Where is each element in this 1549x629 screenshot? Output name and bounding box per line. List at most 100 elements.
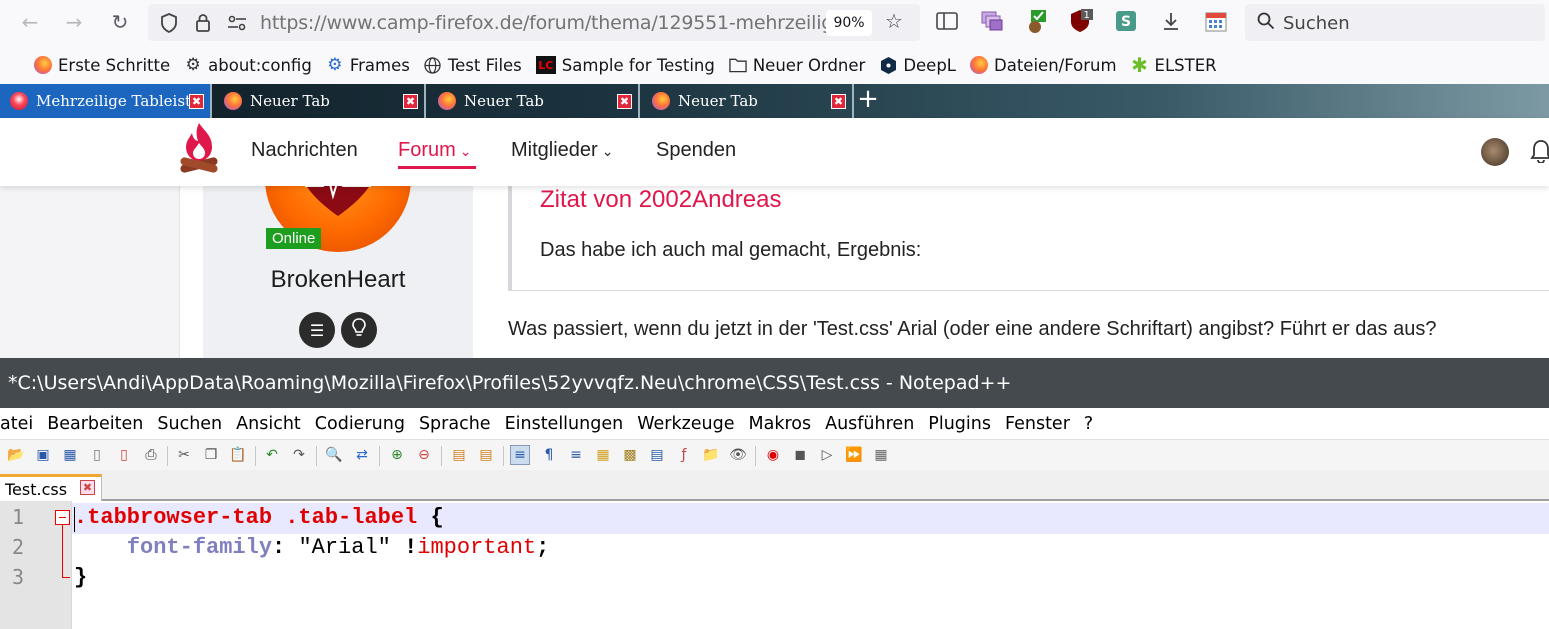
nav-spenden[interactable]: Spenden <box>656 139 736 162</box>
folder-workspace-icon[interactable]: 📁 <box>701 445 721 465</box>
downloads-icon[interactable] <box>1158 8 1184 34</box>
macro-run-multiple-icon[interactable]: ⏩ <box>844 445 864 465</box>
menu-ausfuehren[interactable]: Ausführen <box>825 414 914 434</box>
ideas-button[interactable] <box>341 312 377 348</box>
close-tab-icon[interactable]: ✖ <box>189 93 204 109</box>
close-tab-icon[interactable]: ✖ <box>403 93 418 109</box>
frames-gear-icon: ⚙ <box>327 55 343 75</box>
tab-neuer-tab-1[interactable]: Neuer Tab ✖ <box>214 84 426 118</box>
macro-save-icon[interactable]: ▦ <box>871 445 891 465</box>
document-map-icon[interactable]: ▩ <box>620 445 640 465</box>
word-wrap-icon[interactable]: ≡ <box>510 445 530 465</box>
replace-icon[interactable]: ⇄ <box>352 445 372 465</box>
menu-datei[interactable]: atei <box>0 414 33 434</box>
redo-icon[interactable]: ↷ <box>289 445 309 465</box>
fold-toggle-icon[interactable] <box>55 510 70 525</box>
reader-sidebar-icon[interactable] <box>934 8 960 34</box>
undo-icon[interactable]: ↶ <box>262 445 282 465</box>
function-list-icon[interactable]: ƒ <box>674 445 694 465</box>
quote-author[interactable]: Zitat von 2002Andreas <box>540 186 782 214</box>
forward-button[interactable]: → <box>58 6 90 38</box>
bookmark-elster[interactable]: ✱ ELSTER <box>1131 53 1216 77</box>
close-file-icon[interactable]: ▯ <box>87 445 107 465</box>
url-text[interactable]: https://www.camp-firefox.de/forum/thema/… <box>260 12 850 34</box>
menu-ansicht[interactable]: Ansicht <box>236 414 301 434</box>
find-icon[interactable]: 🔍 <box>324 445 344 465</box>
reload-button[interactable]: ↻ <box>104 6 136 38</box>
nav-forum[interactable]: Forum ⌄ <box>398 139 472 162</box>
menu-help[interactable]: ? <box>1084 414 1093 434</box>
tab-mehrzeilige[interactable]: Mehrzeilige Tableiste ✖ <box>0 84 212 118</box>
menu-makros[interactable]: Makros <box>749 414 812 434</box>
macro-stop-icon[interactable]: ◼ <box>790 445 810 465</box>
sync-horizontal-icon[interactable]: ▤ <box>476 445 496 465</box>
document-list-icon[interactable]: ▤ <box>647 445 667 465</box>
tab-manager-extension-icon[interactable] <box>979 8 1005 34</box>
show-all-chars-icon[interactable]: ¶ <box>539 445 559 465</box>
back-button[interactable]: ← <box>14 6 46 38</box>
file-tab-test-css[interactable]: Test.css ✖ <box>0 474 102 501</box>
zoom-in-icon[interactable]: ⊕ <box>387 445 407 465</box>
menu-sprache[interactable]: Sprache <box>419 414 491 434</box>
tab-neuer-tab-2[interactable]: Neuer Tab ✖ <box>428 84 640 118</box>
close-tab-icon[interactable]: ✖ <box>617 93 632 109</box>
zoom-indicator[interactable]: 90% <box>826 10 872 36</box>
menu-suchen[interactable]: Suchen <box>157 414 222 434</box>
bookmark-sample-for-testing[interactable]: LC Sample for Testing <box>535 56 715 75</box>
close-tab-icon[interactable]: ✖ <box>831 93 846 109</box>
menu-werkzeuge[interactable]: Werkzeuge <box>637 414 734 434</box>
bookmark-deepl[interactable]: DeepL <box>879 56 956 75</box>
macro-record-icon[interactable]: ◉ <box>763 445 783 465</box>
menu-codierung[interactable]: Codierung <box>315 414 405 434</box>
menu-fenster[interactable]: Fenster <box>1005 414 1070 434</box>
chevron-down-icon: ⌄ <box>459 143 472 159</box>
new-tab-button[interactable]: + <box>856 84 880 114</box>
tab-neuer-tab-3[interactable]: Neuer Tab ✖ <box>642 84 854 118</box>
menu-einstellungen[interactable]: Einstellungen <box>505 414 624 434</box>
macro-play-icon[interactable]: ▷ <box>817 445 837 465</box>
bookmark-star-icon[interactable]: ☆ <box>885 9 903 33</box>
close-all-icon[interactable]: ▯ <box>114 445 134 465</box>
calendar-extension-icon[interactable] <box>1203 8 1229 34</box>
save-icon[interactable]: ▣ <box>33 445 53 465</box>
close-icon[interactable]: ✖ <box>80 480 95 495</box>
code-editor[interactable]: 1 2 3 .tabbrowser-tab .tab-label { font-… <box>0 501 1549 629</box>
quote-text: Das habe ich auch mal gemacht, Ergebnis: <box>540 239 922 261</box>
ublock-origin-icon[interactable]: 1 <box>1068 8 1094 34</box>
cut-icon[interactable]: ✂ <box>174 445 194 465</box>
monitoring-icon[interactable]: 👁 <box>728 445 748 465</box>
s-extension-icon[interactable]: S <box>1113 8 1139 34</box>
search-box[interactable]: Suchen <box>1245 4 1545 41</box>
zoom-out-icon[interactable]: ⊖ <box>414 445 434 465</box>
posts-list-button[interactable]: ☰ <box>299 312 335 348</box>
udl-icon[interactable]: ▦ <box>593 445 613 465</box>
bookmark-frames[interactable]: ⚙ Frames <box>326 55 410 75</box>
bookmark-dateien-forum[interactable]: Dateien/Forum <box>970 56 1117 75</box>
bookmark-neuer-ordner[interactable]: Neuer Ordner <box>729 56 865 75</box>
bookmark-erste-schritte[interactable]: Erste Schritte <box>34 56 170 75</box>
menu-bearbeiten[interactable]: Bearbeiten <box>47 414 143 434</box>
camp-fire-logo-icon[interactable] <box>178 121 220 179</box>
lock-icon[interactable] <box>192 12 214 34</box>
nav-mitglieder[interactable]: Mitglieder ⌄ <box>511 139 613 162</box>
save-all-icon[interactable]: ▦ <box>60 445 80 465</box>
elster-icon: ✱ <box>1131 53 1148 77</box>
open-file-icon[interactable]: 📂 <box>6 445 26 465</box>
avatar[interactable] <box>1481 138 1509 166</box>
menu-plugins[interactable]: Plugins <box>928 414 991 434</box>
copy-icon[interactable]: ❐ <box>201 445 221 465</box>
checkmark-extension-icon[interactable] <box>1025 8 1051 34</box>
bookmark-about-config[interactable]: ⚙ about:config <box>184 55 312 75</box>
permissions-icon[interactable] <box>226 12 248 34</box>
url-bar[interactable]: https://www.camp-firefox.de/forum/thema/… <box>148 4 920 41</box>
sync-vertical-icon[interactable]: ▤ <box>449 445 469 465</box>
paste-icon[interactable]: 📋 <box>228 445 248 465</box>
indent-guide-icon[interactable]: ≡ <box>566 445 586 465</box>
nav-nachrichten[interactable]: Nachrichten <box>251 139 358 162</box>
toolbar-separator <box>441 446 442 466</box>
bookmark-test-files[interactable]: Test Files <box>424 56 522 75</box>
print-icon[interactable]: ⎙ <box>141 445 161 465</box>
bell-icon[interactable] <box>1530 139 1549 169</box>
username[interactable]: BrokenHeart <box>203 266 473 294</box>
tracking-shield-icon[interactable] <box>158 12 180 34</box>
